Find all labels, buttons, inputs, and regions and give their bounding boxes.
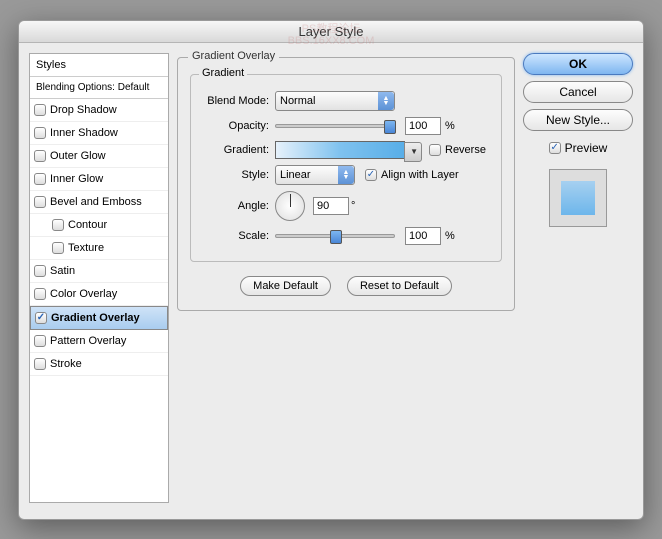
styles-list: Styles Blending Options: Default Drop Sh… [29, 53, 169, 503]
style-item-label: Color Overlay [50, 288, 117, 300]
style-select[interactable]: Linear ▲▼ [275, 165, 355, 185]
style-item-texture[interactable]: Texture [30, 237, 168, 260]
opacity-input[interactable] [405, 117, 441, 135]
style-checkbox[interactable] [34, 173, 46, 185]
preview-checkbox[interactable] [549, 142, 561, 154]
gradient-fieldset: Gradient Blend Mode: Normal ▲▼ Opacity: [190, 74, 502, 262]
angle-label: Angle: [201, 200, 275, 212]
scale-slider[interactable] [275, 234, 395, 238]
style-item-outer-glow[interactable]: Outer Glow [30, 145, 168, 168]
style-label: Style: [201, 169, 275, 181]
right-panel: OK Cancel New Style... Preview [523, 53, 633, 503]
cancel-button[interactable]: Cancel [523, 81, 633, 103]
reset-default-button[interactable]: Reset to Default [347, 276, 452, 296]
style-checkbox[interactable] [34, 150, 46, 162]
style-item-label: Outer Glow [50, 150, 106, 162]
layer-style-dialog: PS教程论坛 BBS.16XX8.COM Layer Style Styles … [18, 20, 644, 520]
style-checkbox[interactable] [52, 219, 64, 231]
reverse-checkbox[interactable] [429, 144, 441, 156]
make-default-button[interactable]: Make Default [240, 276, 331, 296]
select-arrows-icon: ▲▼ [378, 92, 394, 110]
style-item-label: Pattern Overlay [50, 335, 126, 347]
style-item-contour[interactable]: Contour [30, 214, 168, 237]
style-item-label: Inner Shadow [50, 127, 118, 139]
dialog-title: Layer Style [19, 21, 643, 43]
style-item-stroke[interactable]: Stroke [30, 353, 168, 376]
style-item-color-overlay[interactable]: Color Overlay [30, 283, 168, 306]
section-legend: Gradient Overlay [188, 50, 279, 62]
style-item-label: Bevel and Emboss [50, 196, 142, 208]
preview-swatch [561, 181, 595, 215]
style-item-label: Satin [50, 265, 75, 277]
scale-thumb[interactable] [330, 230, 342, 244]
style-checkbox[interactable] [34, 196, 46, 208]
style-checkbox[interactable] [34, 288, 46, 300]
style-checkbox[interactable] [34, 104, 46, 116]
gradient-label: Gradient: [201, 144, 275, 156]
main-panel: Gradient Overlay Gradient Blend Mode: No… [177, 53, 515, 503]
opacity-label: Opacity: [201, 120, 275, 132]
angle-unit: ° [351, 200, 355, 212]
style-checkbox[interactable] [52, 242, 64, 254]
style-checkbox[interactable] [34, 265, 46, 277]
opacity-thumb[interactable] [384, 120, 396, 134]
align-label: Align with Layer [381, 169, 459, 181]
style-item-label: Inner Glow [50, 173, 103, 185]
styles-header[interactable]: Styles [30, 54, 168, 77]
style-checkbox[interactable] [34, 358, 46, 370]
style-item-label: Contour [68, 219, 107, 231]
select-arrows-icon: ▲▼ [338, 166, 354, 184]
scale-label: Scale: [201, 230, 275, 242]
new-style-button[interactable]: New Style... [523, 109, 633, 131]
style-item-inner-glow[interactable]: Inner Glow [30, 168, 168, 191]
blending-options[interactable]: Blending Options: Default [30, 77, 168, 99]
style-item-bevel-and-emboss[interactable]: Bevel and Emboss [30, 191, 168, 214]
angle-input[interactable] [313, 197, 349, 215]
gradient-legend: Gradient [199, 67, 247, 79]
style-item-label: Gradient Overlay [51, 312, 140, 324]
chevron-down-icon[interactable]: ▼ [410, 147, 418, 156]
reverse-label: Reverse [445, 144, 486, 156]
scale-input[interactable] [405, 227, 441, 245]
style-item-label: Stroke [50, 358, 82, 370]
style-item-label: Texture [68, 242, 104, 254]
blend-mode-label: Blend Mode: [201, 95, 275, 107]
style-checkbox[interactable] [34, 335, 46, 347]
style-item-inner-shadow[interactable]: Inner Shadow [30, 122, 168, 145]
opacity-unit: % [445, 120, 455, 132]
scale-unit: % [445, 230, 455, 242]
style-checkbox[interactable] [34, 127, 46, 139]
preview-box [549, 169, 607, 227]
opacity-slider[interactable] [275, 124, 395, 128]
align-checkbox[interactable] [365, 169, 377, 181]
angle-dial[interactable] [275, 191, 305, 221]
ok-button[interactable]: OK [523, 53, 633, 75]
gradient-overlay-section: Gradient Overlay Gradient Blend Mode: No… [177, 57, 515, 311]
style-item-pattern-overlay[interactable]: Pattern Overlay [30, 330, 168, 353]
blend-mode-select[interactable]: Normal ▲▼ [275, 91, 395, 111]
style-item-gradient-overlay[interactable]: Gradient Overlay [30, 306, 168, 330]
style-checkbox[interactable] [35, 312, 47, 324]
style-item-label: Drop Shadow [50, 104, 117, 116]
preview-label: Preview [565, 141, 608, 155]
style-item-satin[interactable]: Satin [30, 260, 168, 283]
style-item-drop-shadow[interactable]: Drop Shadow [30, 99, 168, 122]
gradient-swatch[interactable]: ▼ [275, 141, 405, 159]
